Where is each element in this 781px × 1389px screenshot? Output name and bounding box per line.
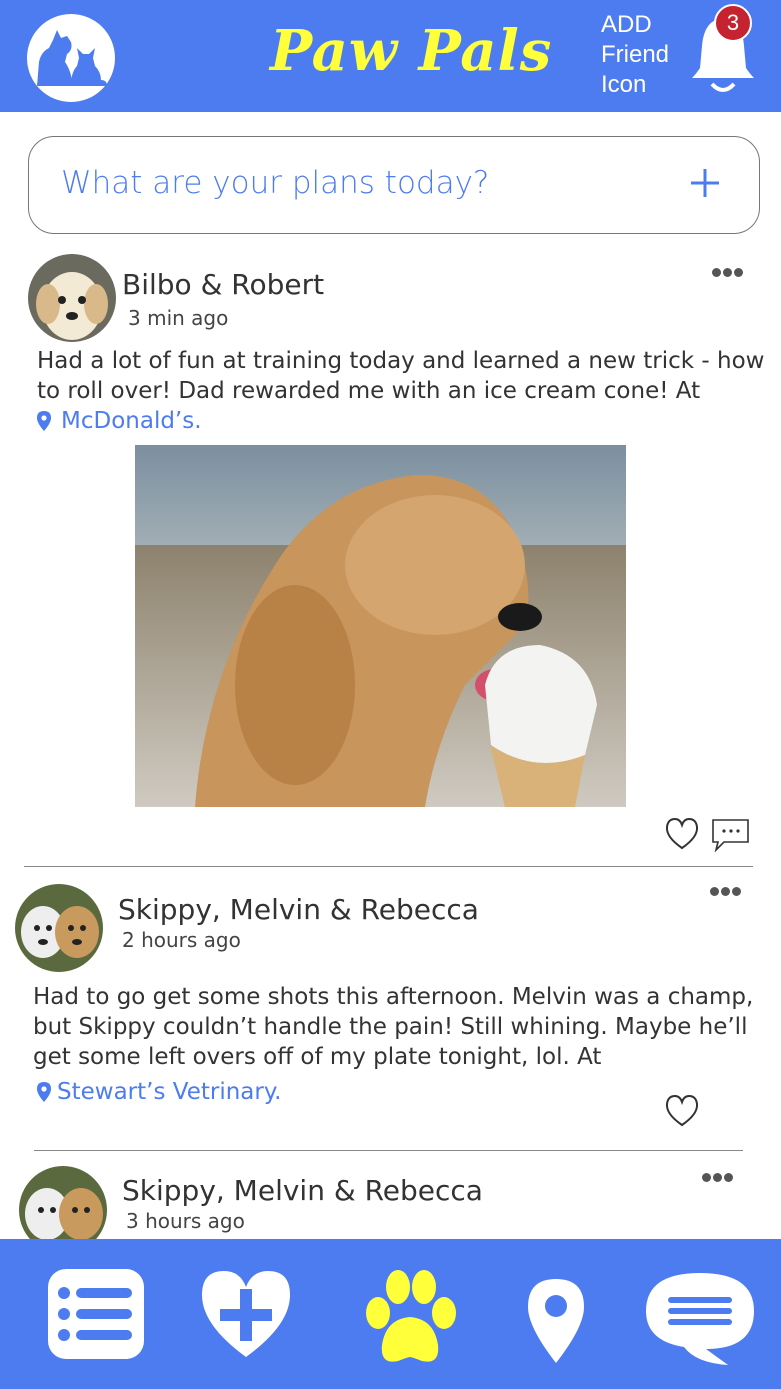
dog-cat-logo-icon[interactable] [27,14,115,102]
app-title: Paw Pals [270,18,553,84]
avatar[interactable] [15,884,103,972]
composer-placeholder[interactable]: What are your plans today? [61,165,489,201]
add-friend-label-line: Friend [601,41,670,68]
post-body: Had to go get some shots this afternoon.… [33,982,753,1072]
heart-plus-icon[interactable] [200,1269,292,1363]
post-body-line: to roll over! Dad rewarded me with an ic… [37,378,701,404]
post-body-line: but Skippy couldn’t handle the pain! Sti… [33,1014,748,1040]
location-link[interactable]: Stewart’s Vetrinary. [37,1079,282,1108]
post-body-line: Had a lot of fun at training today and l… [37,348,765,374]
post-photo[interactable] [135,445,626,807]
like-heart-icon[interactable] [664,817,700,851]
app-header: Paw Pals ADD Friend Icon 3 [0,0,781,112]
avatar[interactable] [28,254,116,342]
post-author[interactable]: Skippy, Melvin & Rebecca [122,1174,483,1207]
post-body: Had a lot of fun at training today and l… [37,346,764,406]
location-label[interactable]: McDonald’s. [61,408,202,434]
paw-icon[interactable] [360,1269,460,1371]
plus-icon[interactable] [689,167,721,199]
add-friend-label-line: Icon [601,71,647,98]
location-label[interactable]: Stewart’s Vetrinary. [57,1079,282,1105]
location-pin-icon[interactable] [528,1279,584,1367]
post-body-line: Had to go get some shots this afternoon.… [33,984,754,1010]
chat-bubble-icon[interactable] [644,1271,756,1371]
bottom-navigation [0,1239,781,1389]
post-time: 3 hours ago [126,1209,245,1233]
location-pin-icon [37,411,51,437]
post-body-line: get some left overs off of my plate toni… [33,1044,602,1070]
post-composer[interactable]: What are your plans today? [28,136,760,234]
more-options-icon[interactable] [702,1167,736,1182]
more-options-icon[interactable] [712,262,746,277]
post-time: 2 hours ago [122,928,241,952]
post-author[interactable]: Skippy, Melvin & Rebecca [118,893,479,926]
like-heart-icon[interactable] [664,1094,700,1128]
more-options-icon[interactable] [710,881,744,896]
add-friend-button[interactable]: ADD Friend Icon [601,10,691,100]
post-time: 3 min ago [128,306,229,330]
notification-badge[interactable]: 3 [714,4,752,42]
list-icon[interactable] [48,1269,144,1363]
comment-icon[interactable] [712,818,750,853]
post-divider [34,1150,743,1151]
location-pin-icon [37,1082,51,1108]
add-friend-label-line: ADD [601,11,652,38]
post-divider [24,866,753,867]
location-link[interactable]: McDonald’s. [37,408,202,437]
post-author[interactable]: Bilbo & Robert [122,268,324,301]
